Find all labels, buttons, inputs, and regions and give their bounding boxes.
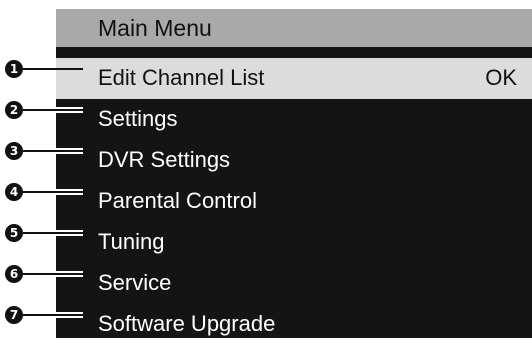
callout-4: 4 <box>5 183 85 201</box>
callout-number-badge: 7 <box>5 306 23 324</box>
callout-number-badge: 1 <box>5 60 23 78</box>
callout-number-badge: 2 <box>5 101 23 119</box>
menu-item-label: Service <box>98 270 172 295</box>
callout-6: 6 <box>5 265 85 283</box>
callout-leader-line <box>23 271 83 277</box>
menu-item-dvr-settings[interactable]: DVR Settings <box>56 140 532 181</box>
callout-1: 1 <box>5 60 85 78</box>
menu-title: Main Menu <box>98 15 212 41</box>
callout-3: 3 <box>5 142 85 160</box>
menu-item-tuning[interactable]: Tuning <box>56 222 532 263</box>
callout-5: 5 <box>5 224 85 242</box>
menu-item-label: DVR Settings <box>98 147 231 172</box>
callout-leader-line <box>23 230 83 236</box>
menu-item-parental-control[interactable]: Parental Control <box>56 181 532 222</box>
menu-item-label: Settings <box>98 106 178 131</box>
callout-leader-line <box>23 68 83 70</box>
callout-number-badge: 3 <box>5 142 23 160</box>
menu-item-status: OK <box>485 65 517 90</box>
menu-item-software-upgrade[interactable]: Software Upgrade <box>56 304 532 345</box>
callout-2: 2 <box>5 101 85 119</box>
callout-number-badge: 6 <box>5 265 23 283</box>
callout-leader-line <box>23 312 83 318</box>
callout-number-badge: 4 <box>5 183 23 201</box>
menu-item-label: Tuning <box>98 229 165 254</box>
menu-item-label: Edit Channel List <box>98 65 265 90</box>
menu-header: Main Menu <box>56 9 532 51</box>
callout-number-badge: 5 <box>5 224 23 242</box>
callout-7: 7 <box>5 306 85 324</box>
main-menu-panel: Main Menu Edit Channel List OK Settings … <box>56 9 532 338</box>
menu-item-edit-channel-list[interactable]: Edit Channel List OK <box>56 58 532 99</box>
callout-leader-line <box>23 148 83 154</box>
menu-item-settings[interactable]: Settings <box>56 99 532 140</box>
menu-item-label: Software Upgrade <box>98 311 276 336</box>
callout-leader-line <box>23 107 83 113</box>
menu-item-label: Parental Control <box>98 188 257 213</box>
menu-item-service[interactable]: Service <box>56 263 532 304</box>
callout-leader-line <box>23 189 83 195</box>
